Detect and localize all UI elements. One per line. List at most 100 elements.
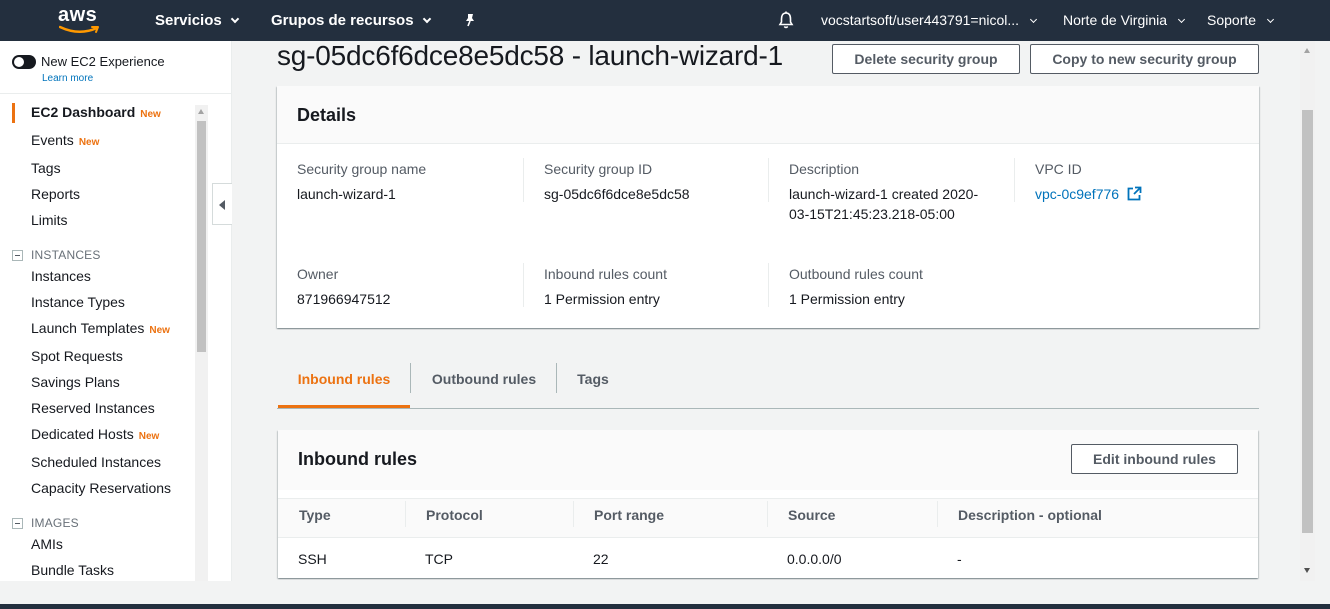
sidebar-item-scheduled-instances[interactable]: Scheduled Instances	[31, 454, 161, 470]
column-divider	[768, 158, 769, 202]
security-group-id-label: Security group ID	[544, 161, 653, 177]
new-ec2-experience-toggle[interactable]	[12, 55, 36, 69]
sidebar-item-reserved-instances[interactable]: Reserved Instances	[31, 400, 155, 416]
description-line: launch-wizard-1 created 2020-	[789, 186, 979, 202]
column-divider	[523, 263, 524, 307]
collapse-sidebar-button[interactable]	[212, 183, 232, 225]
description-value: launch-wizard-1 created 2020- 03-15T21:4…	[789, 184, 999, 224]
column-divider	[405, 501, 406, 527]
owner-label: Owner	[297, 266, 339, 282]
vpc-id-label: VPC ID	[1035, 161, 1082, 177]
cell-description: -	[957, 551, 962, 567]
toggle-knob	[14, 57, 24, 67]
sidebar-item-label: Launch Templates	[31, 320, 145, 336]
scrollbar-thumb[interactable]	[1302, 110, 1313, 533]
edit-inbound-rules-button[interactable]: Edit inbound rules	[1071, 444, 1238, 474]
aws-logo-text: aws	[58, 4, 98, 26]
scroll-up-icon[interactable]	[1304, 48, 1310, 53]
tab-tags[interactable]: Tags	[557, 358, 629, 408]
chevron-left-icon	[219, 200, 225, 210]
vpc-id-value: vpc-0c9ef776	[1035, 186, 1120, 202]
column-header-description[interactable]: Description - optional	[958, 507, 1102, 523]
copy-security-group-button[interactable]: Copy to new security group	[1030, 44, 1259, 74]
vpc-id-link[interactable]: vpc-0c9ef776	[1035, 184, 1142, 204]
account-label: vocstartsoft/user443791=nicol...	[821, 12, 1020, 28]
bell-icon	[778, 11, 794, 29]
section-header-images: IMAGES	[31, 516, 79, 530]
active-indicator	[12, 103, 15, 123]
page-title: sg-05dc6f6dce8e5dc58 - launch-wizard-1	[277, 40, 784, 71]
cell-port-range: 22	[593, 551, 609, 567]
column-header-source[interactable]: Source	[788, 507, 835, 523]
sidebar-item-ec2-dashboard[interactable]: EC2 Dashboard New	[31, 104, 161, 120]
sidebar-item-reports[interactable]: Reports	[31, 186, 80, 202]
sidebar-item-bundle-tasks[interactable]: Bundle Tasks	[31, 562, 114, 578]
resource-groups-menu[interactable]: Grupos de recursos	[271, 0, 431, 41]
external-link-icon	[1127, 186, 1142, 201]
column-divider	[523, 158, 524, 202]
bottom-bar	[0, 604, 1330, 609]
chevron-down-icon	[230, 14, 239, 24]
description-label: Description	[789, 161, 860, 177]
pin-icon	[466, 14, 474, 27]
outbound-rules-count-label: Outbound rules count	[789, 266, 923, 282]
section-header-instances: INSTANCES	[31, 248, 101, 262]
delete-security-group-button[interactable]: Delete security group	[832, 44, 1020, 74]
sidebar-item-label: Dedicated Hosts	[31, 426, 134, 442]
column-header-type[interactable]: Type	[299, 507, 331, 523]
new-badge: New	[149, 325, 170, 336]
column-divider	[767, 501, 768, 527]
sidebar-nav: EC2 Dashboard New Events New Tags Reports …	[0, 94, 193, 581]
security-group-id-value: sg-05dc6f6dce8e5dc58	[544, 186, 690, 202]
table-row: SSH TCP 22 0.0.0.0/0 -	[278, 539, 1258, 578]
sidebar-item-spot-requests[interactable]: Spot Requests	[31, 348, 123, 364]
tab-bar: Inbound rules Outbound rules Tags	[277, 358, 1259, 409]
sidebar-item-tags[interactable]: Tags	[31, 160, 61, 176]
region-menu[interactable]: Norte de Virginia	[1063, 0, 1186, 41]
sidebar-item-label: EC2 Dashboard	[31, 104, 136, 120]
top-navbar: aws Servicios Grupos de recursos vocstar…	[0, 0, 1330, 41]
details-panel-header: Details	[277, 86, 1259, 144]
learn-more-link[interactable]: Learn more	[42, 73, 93, 84]
notifications-button[interactable]	[778, 0, 794, 41]
tab-inbound-rules[interactable]: Inbound rules	[278, 358, 410, 408]
inbound-rules-count-value: 1 Permission entry	[544, 291, 660, 307]
inbound-rules-panel: Inbound rules Edit inbound rules Type Pr…	[278, 430, 1258, 578]
scroll-up-icon[interactable]	[198, 109, 204, 114]
sidebar-scrollbar[interactable]	[195, 105, 208, 581]
sidebar-item-savings-plans[interactable]: Savings Plans	[31, 374, 120, 390]
collapse-instances-icon[interactable]	[12, 250, 23, 261]
table-header-row: Type Protocol Port range Source Descript…	[278, 498, 1258, 538]
cell-type: SSH	[298, 551, 327, 567]
column-divider	[937, 501, 938, 527]
scrollbar-thumb[interactable]	[197, 121, 206, 352]
sidebar-item-instances[interactable]: Instances	[31, 268, 91, 284]
aws-smile-icon	[59, 25, 99, 33]
cell-source: 0.0.0.0/0	[787, 551, 842, 567]
column-header-protocol[interactable]: Protocol	[426, 507, 483, 523]
scroll-down-icon[interactable]	[1304, 568, 1310, 573]
chevron-down-icon	[1267, 15, 1275, 24]
security-group-name-label: Security group name	[297, 161, 427, 177]
collapse-images-icon[interactable]	[12, 518, 23, 529]
sidebar-item-capacity-reservations[interactable]: Capacity Reservations	[31, 480, 171, 496]
aws-logo[interactable]: aws	[58, 4, 102, 36]
sidebar-item-amis[interactable]: AMIs	[31, 536, 63, 552]
support-label: Soporte	[1207, 12, 1257, 28]
services-menu[interactable]: Servicios	[155, 0, 239, 41]
sidebar-item-events[interactable]: Events New	[31, 132, 99, 148]
sidebar-item-launch-templates[interactable]: Launch Templates New	[31, 320, 170, 336]
sidebar-item-dedicated-hosts[interactable]: Dedicated Hosts New	[31, 426, 159, 442]
tab-outbound-rules[interactable]: Outbound rules	[411, 358, 557, 408]
sidebar-item-instance-types[interactable]: Instance Types	[31, 294, 125, 310]
account-menu[interactable]: vocstartsoft/user443791=nicol...	[821, 0, 1038, 41]
sidebar-item-limits[interactable]: Limits	[31, 212, 68, 228]
main-scrollbar[interactable]	[1300, 41, 1315, 581]
description-line: 03-15T21:45:23.218-05:00	[789, 206, 955, 222]
chevron-down-icon	[1030, 15, 1038, 24]
details-title: Details	[297, 105, 357, 125]
support-menu[interactable]: Soporte	[1207, 0, 1275, 41]
column-header-port-range[interactable]: Port range	[594, 507, 664, 523]
pin-button[interactable]	[463, 0, 477, 41]
chevron-down-icon	[1177, 15, 1186, 24]
